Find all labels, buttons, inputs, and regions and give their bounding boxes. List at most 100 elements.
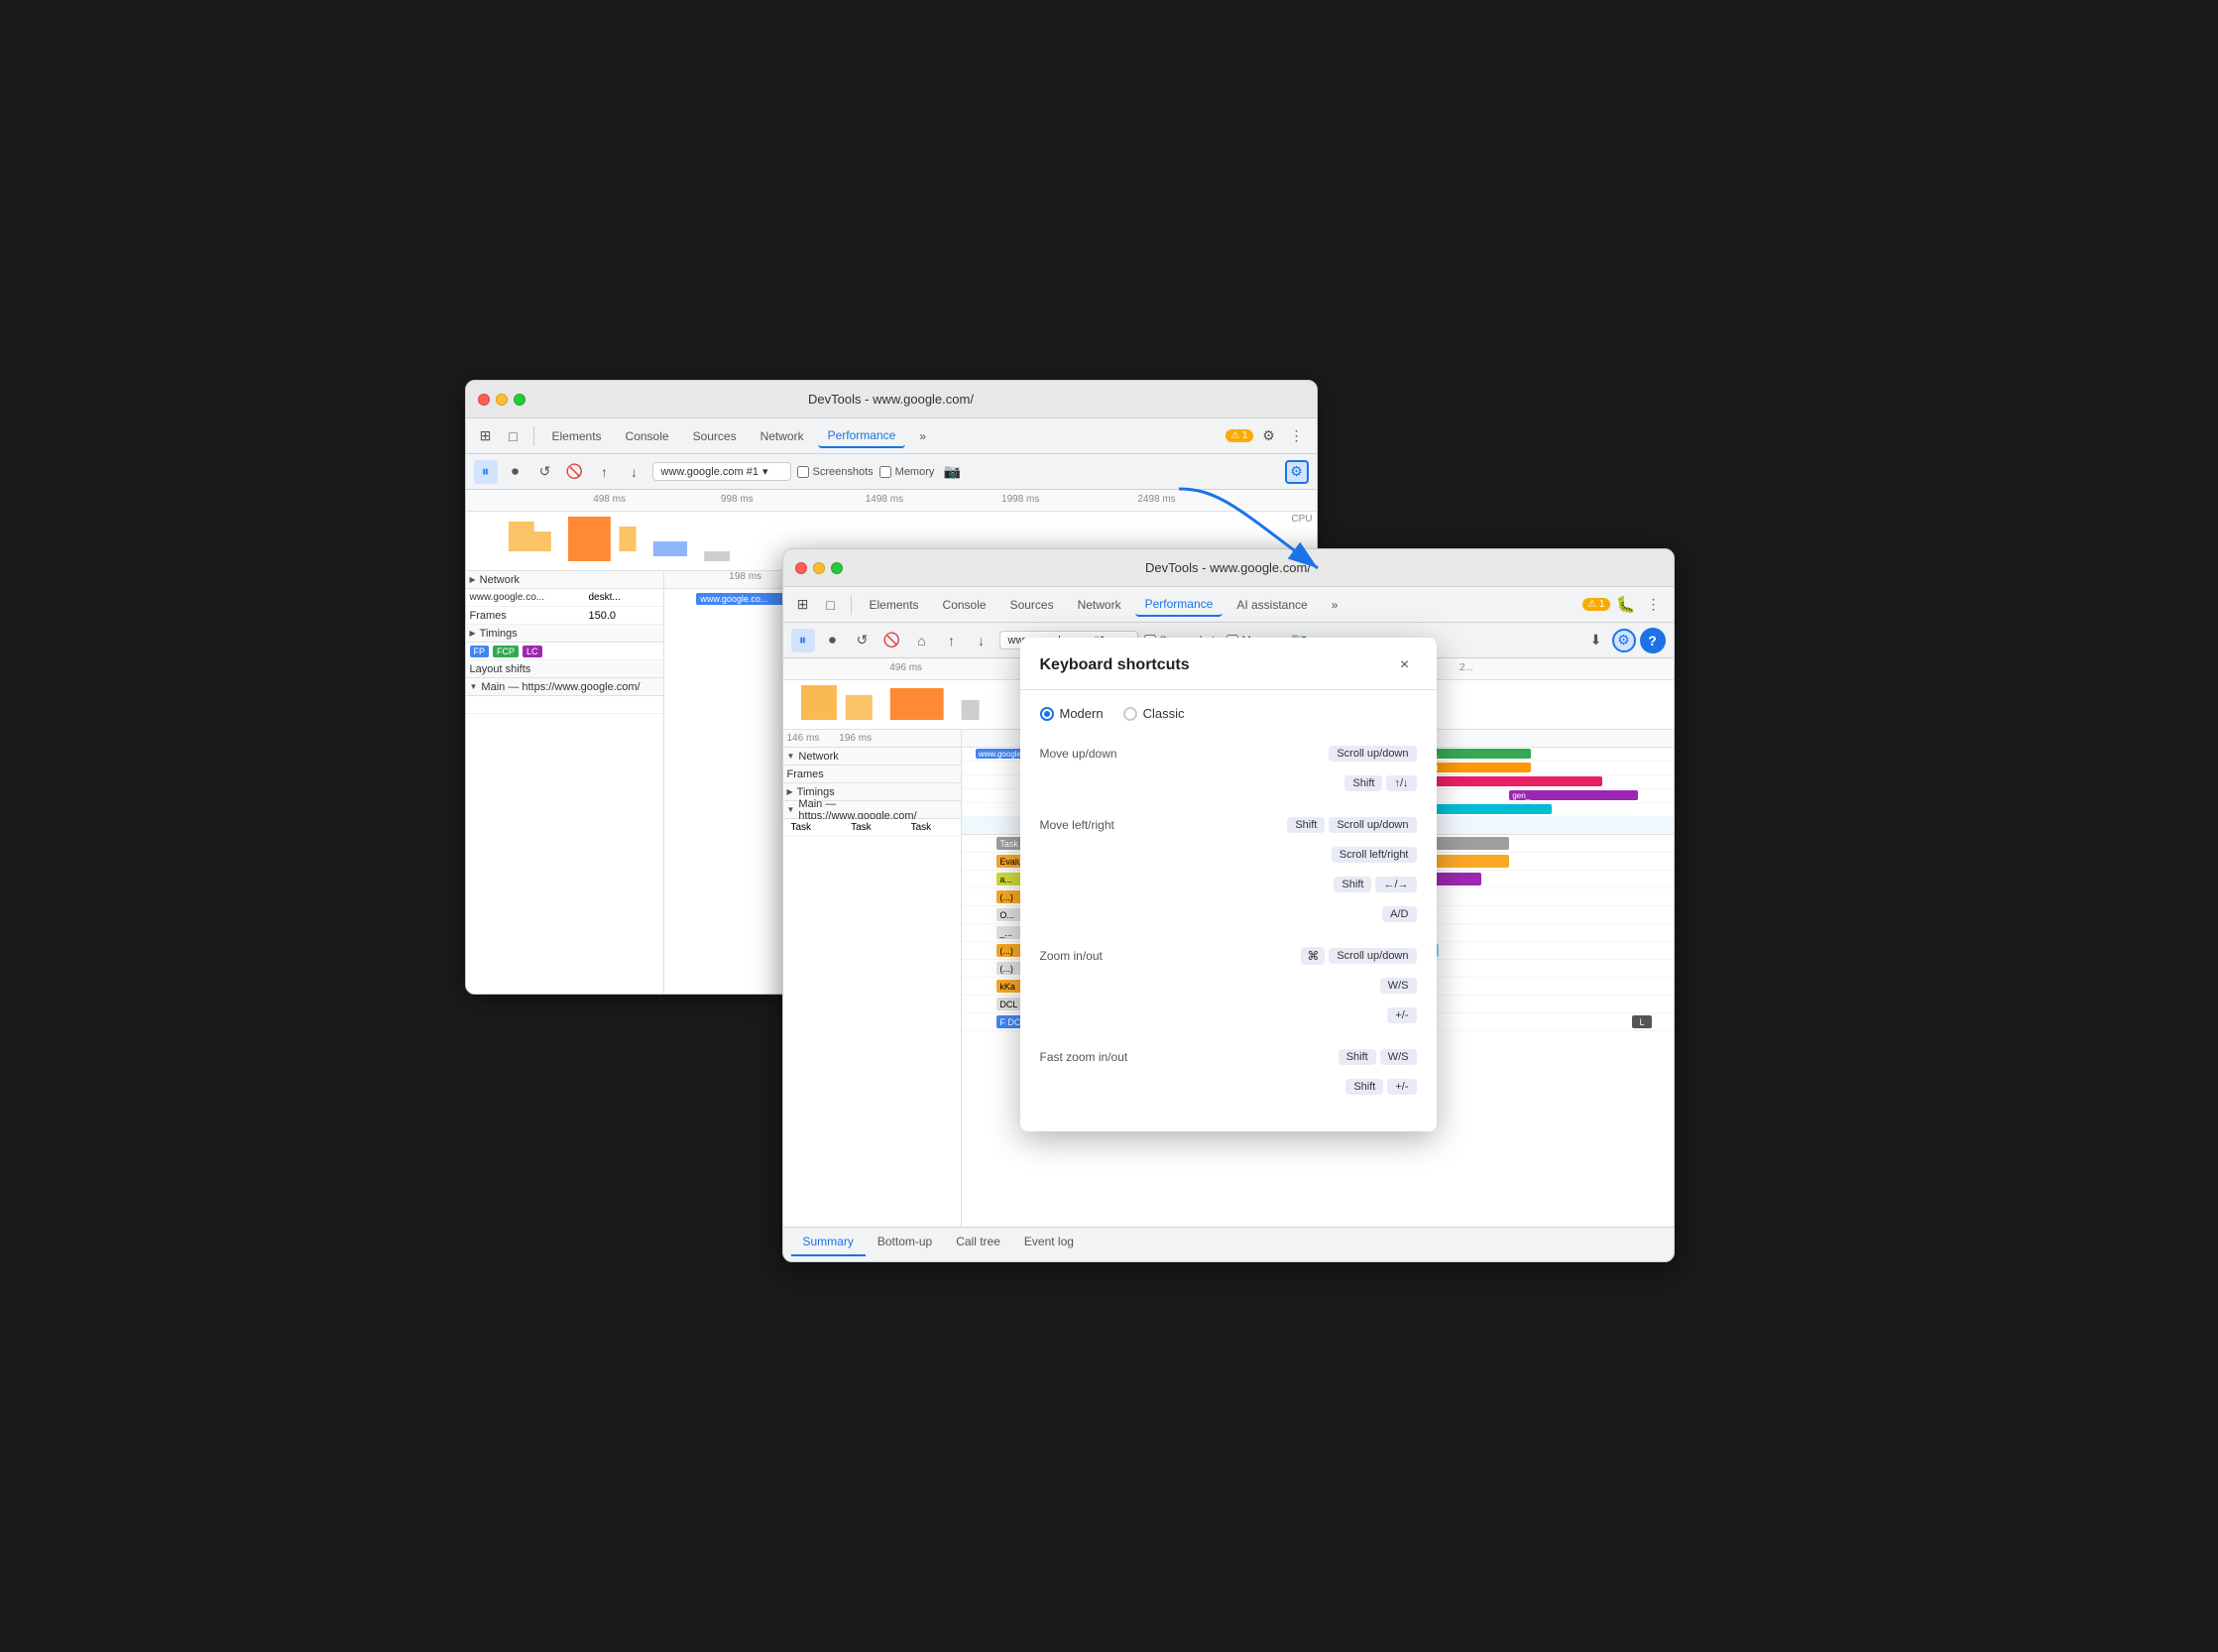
ks-lr-row-3: Shift ←/→ xyxy=(1040,872,1417,897)
ad-key: A/D xyxy=(1382,906,1416,922)
perf-toolbar-bg: ⏸ ⏺ ↺ 🚫 ↑ ↓ www.google.com #1 ▾ Screensh… xyxy=(466,454,1317,490)
ms-196: 196 ms xyxy=(839,733,872,744)
close-button-bg[interactable] xyxy=(478,394,490,406)
record-circle-fg[interactable]: ⏺ xyxy=(821,629,845,652)
bottom-tab-calltree-fg[interactable]: Call tree xyxy=(944,1229,1012,1256)
tab-console-bg[interactable]: Console xyxy=(616,425,679,447)
minimize-button-fg[interactable] xyxy=(813,562,825,574)
modern-radio[interactable] xyxy=(1040,707,1054,721)
filter-icon-fg[interactable]: ⬇ xyxy=(1584,629,1608,652)
traffic-lights-bg[interactable] xyxy=(478,394,525,406)
lc-badge: LC xyxy=(523,646,542,657)
reload-bg[interactable]: ↺ xyxy=(533,460,557,484)
ws-key: W/S xyxy=(1380,978,1417,994)
scroll-lr-key: Scroll left/right xyxy=(1332,847,1417,863)
ks-fastzoom-row-1: Fast zoom in/out Shift W/S xyxy=(1040,1044,1417,1070)
more-icon-fg[interactable]: ⋮ xyxy=(1642,593,1666,617)
tab-elements-bg[interactable]: Elements xyxy=(542,425,612,447)
bottom-tab-summary-fg[interactable]: Summary xyxy=(791,1229,866,1256)
tab-performance-bg[interactable]: Performance xyxy=(818,424,906,448)
bottom-tab-eventlog-fg[interactable]: Event log xyxy=(1012,1229,1086,1256)
timings-label-fg: Timings xyxy=(797,786,835,798)
download-bg[interactable]: ↓ xyxy=(623,460,646,484)
tick-998: 998 ms xyxy=(721,494,754,505)
close-button-fg[interactable] xyxy=(795,562,807,574)
maximize-button-bg[interactable] xyxy=(514,394,525,406)
plusminus-key: +/- xyxy=(1387,1007,1416,1023)
ks-move-leftright-section: Move left/right Shift Scroll up/down Scr… xyxy=(1040,812,1417,927)
clear-fg[interactable]: 🚫 xyxy=(880,629,904,652)
minimize-button-bg[interactable] xyxy=(496,394,508,406)
warning-badge-bg[interactable]: ⚠ 1 xyxy=(1226,429,1252,442)
layout-shifts-label-bg: Layout shifts xyxy=(470,663,531,675)
network-header-bg: ▶ Network xyxy=(466,571,663,589)
scroll-zoom-key: Scroll up/down xyxy=(1329,948,1416,964)
timings-tri-bg: ▶ xyxy=(470,629,476,638)
deskt-label-bg: deskt... xyxy=(589,592,621,603)
ks-lr-keys-3: Shift ←/→ xyxy=(1334,877,1416,892)
record-circle-bg[interactable]: ⏺ xyxy=(504,460,527,484)
ks-lr-keys-4: A/D xyxy=(1382,906,1416,922)
classic-radio-label[interactable]: Classic xyxy=(1123,706,1185,721)
reload-fg[interactable]: ↺ xyxy=(851,629,875,652)
home-fg[interactable]: ⌂ xyxy=(910,629,934,652)
keyboard-shortcuts-panel: Keyboard shortcuts × Modern Classic Move… xyxy=(1020,638,1437,1131)
record-button-bg[interactable]: ⏸ xyxy=(474,460,498,484)
title-bar-bg: DevTools - www.google.com/ xyxy=(466,381,1317,418)
inspect-icon-fg[interactable]: ⊞ xyxy=(791,593,815,617)
tab-network-bg[interactable]: Network xyxy=(751,425,814,447)
fp-label-bg: FP FCP LC xyxy=(470,646,589,657)
toolbar-right-bg: ⚠ 1 ⚙ ⋮ xyxy=(1226,424,1308,448)
task-label-row: Task Task Task xyxy=(783,819,961,837)
ks-close-button[interactable]: × xyxy=(1393,653,1417,677)
ks-fastzoom-keys-2: Shift +/- xyxy=(1345,1079,1416,1095)
upload-bg[interactable]: ↑ xyxy=(593,460,617,484)
ks-fastzoom-section: Fast zoom in/out Shift W/S Shift +/- xyxy=(1040,1044,1417,1100)
url-arrow-bg: ▾ xyxy=(762,465,768,478)
classic-radio[interactable] xyxy=(1123,707,1137,721)
memory-checkbox-bg[interactable] xyxy=(879,466,891,478)
clear-bg[interactable]: 🚫 xyxy=(563,460,587,484)
frames-row-bg: Frames 150.0 xyxy=(466,607,663,625)
bug-icon-fg[interactable]: 🐛 xyxy=(1614,593,1638,617)
frames-label-fg: Frames xyxy=(787,768,824,780)
tab-elements-fg[interactable]: Elements xyxy=(860,594,929,616)
traffic-lights-fg[interactable] xyxy=(795,562,843,574)
screenshot-icon-bg[interactable]: 📷 xyxy=(940,460,964,484)
tab-sources-bg[interactable]: Sources xyxy=(683,425,747,447)
tab-sources-fg[interactable]: Sources xyxy=(1000,594,1064,616)
tab-ai-fg[interactable]: AI assistance xyxy=(1226,594,1317,616)
device-icon-fg[interactable]: □ xyxy=(819,593,843,617)
gear-icon-fg[interactable]: ⚙ xyxy=(1612,629,1636,652)
memory-check-bg[interactable]: Memory xyxy=(879,466,935,478)
more-icon-bg[interactable]: ⋮ xyxy=(1285,424,1309,448)
tab-more-fg[interactable]: » xyxy=(1322,594,1348,616)
fcp-badge: FCP xyxy=(493,646,519,657)
screenshots-check-bg[interactable]: Screenshots xyxy=(797,466,874,478)
tab-more-bg[interactable]: » xyxy=(909,425,936,447)
tab-console-fg[interactable]: Console xyxy=(933,594,996,616)
device-icon[interactable]: □ xyxy=(502,424,525,448)
tab-performance-fg[interactable]: Performance xyxy=(1135,593,1224,617)
maximize-button-fg[interactable] xyxy=(831,562,843,574)
modern-radio-label[interactable]: Modern xyxy=(1040,706,1104,721)
bottom-tabs-fg: Summary Bottom-up Call tree Event log xyxy=(783,1227,1674,1256)
screenshots-checkbox-bg[interactable] xyxy=(797,466,809,478)
bottom-tab-bottomup-fg[interactable]: Bottom-up xyxy=(866,1229,944,1256)
download-fg[interactable]: ↓ xyxy=(970,629,993,652)
tab-network-fg[interactable]: Network xyxy=(1068,594,1131,616)
settings-icon-bg[interactable]: ⚙ xyxy=(1257,424,1281,448)
triangle-timings-fg: ▶ xyxy=(787,787,793,796)
ks-zoom-keys-2: W/S xyxy=(1380,978,1417,994)
warning-badge-fg[interactable]: ⚠ 1 xyxy=(1582,598,1609,611)
triangle-icon-bg: ▶ xyxy=(470,575,476,584)
frames-val-bg: 150.0 xyxy=(589,610,617,622)
inspect-icon[interactable]: ⊞ xyxy=(474,424,498,448)
scroll-updown-key-1: Scroll up/down xyxy=(1329,746,1416,762)
upload-fg[interactable]: ↑ xyxy=(940,629,964,652)
task3-label: Task xyxy=(911,822,932,833)
record-button-fg[interactable]: ⏸ xyxy=(791,629,815,652)
url-selector-bg[interactable]: www.google.com #1 ▾ xyxy=(652,462,791,481)
gear-icon-bg[interactable]: ⚙ xyxy=(1285,460,1309,484)
question-icon-fg[interactable]: ? xyxy=(1640,628,1666,653)
